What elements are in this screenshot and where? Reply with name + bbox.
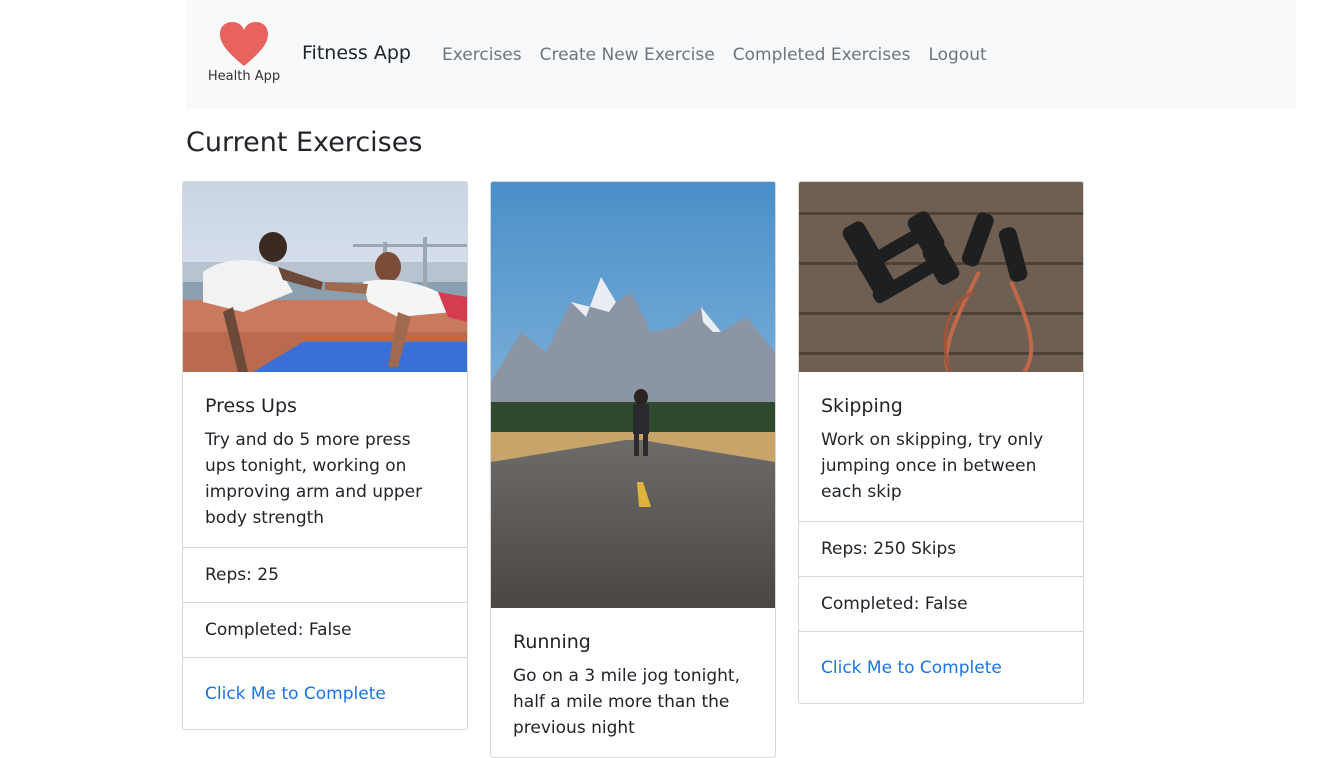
card-title: Skipping [821,395,903,417]
heart-icon [220,22,268,66]
card-description: Go on a 3 mile jog tonight, half a mile … [513,666,740,738]
completed-item: Completed: False [183,602,467,657]
exercise-card-running: Running Go on a 3 mile jog tonight, half… [490,181,776,758]
exercise-card-skipping: Skipping Work on skipping, try only jump… [798,181,1084,704]
page-title: Current Exercises [186,127,423,158]
running-road-photo [491,182,775,608]
navbar: Health App Fitness App Exercises Create … [186,0,1296,109]
health-app-logo[interactable]: Health App [206,22,282,88]
complete-link[interactable]: Click Me to Complete [205,684,386,704]
reps-item: Reps: 25 [183,547,467,602]
dumbbells-photo [799,182,1083,372]
card-title: Press Ups [205,395,297,417]
card-title: Running [513,631,591,653]
nav-link-completed-exercises[interactable]: Completed Exercises [733,45,911,65]
card-description: Work on skipping, try only jumping once … [821,430,1044,502]
nav-link-logout[interactable]: Logout [928,45,986,65]
exercise-card-press-ups: Press Ups Try and do 5 more press ups to… [182,181,468,730]
press-ups-photo [183,182,467,372]
nav-link-create-new-exercise[interactable]: Create New Exercise [540,45,715,65]
complete-link[interactable]: Click Me to Complete [821,658,1002,678]
brand-name[interactable]: Fitness App [302,42,411,64]
completed-item: Completed: False [799,576,1083,631]
card-description: Try and do 5 more press ups tonight, wor… [205,430,423,528]
reps-item: Reps: 250 Skips [799,521,1083,576]
nav-links: Exercises Create New Exercise Completed … [442,45,987,65]
logo-text: Health App [207,69,281,84]
nav-link-exercises[interactable]: Exercises [442,45,522,65]
